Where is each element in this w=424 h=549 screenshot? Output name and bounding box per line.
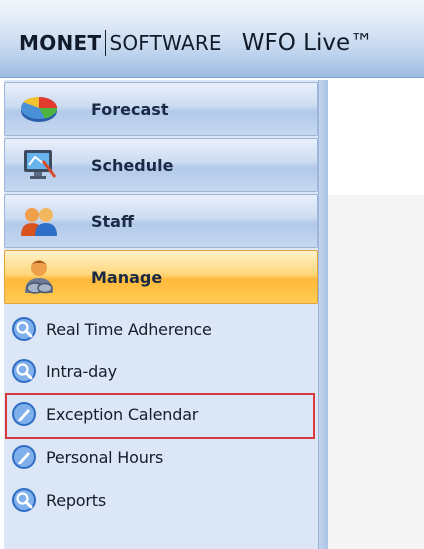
- menu-item-label: Intra-day: [46, 361, 117, 381]
- pencil-icon: [10, 400, 38, 428]
- staff-people-icon: [19, 201, 59, 241]
- menu-item-personal-hours[interactable]: Personal Hours: [10, 442, 310, 472]
- product-name: WFO Live™: [241, 30, 374, 56]
- magnifier-icon: [10, 315, 38, 343]
- magnifier-icon: [10, 357, 38, 385]
- menu-item-label: Reports: [46, 490, 106, 510]
- menu-item-label: Real Time Adherence: [46, 319, 212, 339]
- pencil-icon: [10, 443, 38, 471]
- forecast-pie-icon: [19, 89, 59, 129]
- menu-item-label: Personal Hours: [46, 447, 164, 467]
- brand-name-bold: MONET: [19, 31, 102, 55]
- nav-schedule-label: Schedule: [91, 155, 174, 175]
- brand-name-light: SOFTWARE: [109, 31, 222, 55]
- menu-item-label: Exception Calendar: [46, 404, 199, 424]
- nav-manage-label: Manage: [91, 267, 163, 287]
- content-panel: [328, 195, 424, 549]
- nav-forecast-label: Forecast: [91, 99, 169, 119]
- nav-staff-button[interactable]: Staff: [4, 194, 318, 248]
- nav-manage-button[interactable]: Manage: [4, 250, 318, 304]
- magnifier-icon: [10, 486, 38, 514]
- brand-logo: MONET SOFTWARE WFO Live™: [19, 28, 373, 58]
- manage-person-icon: [19, 257, 59, 297]
- nav-staff-label: Staff: [91, 211, 134, 231]
- menu-item-intra-day[interactable]: Intra-day: [10, 356, 310, 386]
- sidebar-splitter[interactable]: [318, 80, 328, 549]
- nav-schedule-button[interactable]: Schedule: [4, 138, 318, 192]
- nav-forecast-button[interactable]: Forecast: [4, 82, 318, 136]
- schedule-monitor-icon: [19, 145, 59, 185]
- menu-item-exception-calendar[interactable]: Exception Calendar: [10, 399, 310, 429]
- app-header: MONET SOFTWARE WFO Live™: [0, 0, 424, 78]
- menu-item-reports[interactable]: Reports: [10, 485, 310, 515]
- brand-divider: [105, 30, 107, 56]
- menu-item-real-time-adherence[interactable]: Real Time Adherence: [10, 314, 310, 344]
